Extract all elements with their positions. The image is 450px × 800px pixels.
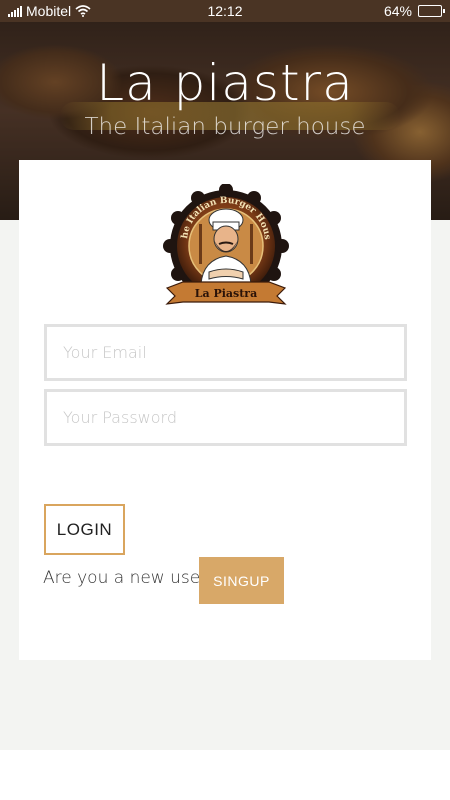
login-button[interactable]: LOGIN bbox=[44, 504, 125, 555]
status-left: Mobitel bbox=[8, 3, 158, 19]
new-user-prompt: Are you a new user? bbox=[43, 568, 217, 588]
status-time: 12:12 bbox=[207, 3, 243, 19]
hero-title: La piastra bbox=[96, 54, 354, 112]
carrier-name: Mobitel bbox=[26, 3, 72, 19]
status-bar: Mobitel 12:12 64% bbox=[0, 0, 450, 22]
wifi-icon bbox=[75, 5, 91, 17]
restaurant-logo: The Italian Burger House La Piastra bbox=[160, 177, 289, 314]
hero-subtitle: The Italian burger house bbox=[84, 114, 366, 140]
status-right: 64% bbox=[292, 3, 445, 19]
login-card: The Italian Burger House La Piastra LOGI… bbox=[19, 160, 431, 660]
signal-icon bbox=[8, 5, 22, 17]
signup-button[interactable]: SINGUP bbox=[199, 557, 284, 604]
battery-percent: 64% bbox=[383, 3, 412, 19]
email-field[interactable] bbox=[44, 324, 407, 381]
battery-icon bbox=[418, 5, 445, 17]
password-field[interactable] bbox=[44, 389, 407, 446]
chef-logo-icon: The Italian Burger House La Piastra bbox=[160, 177, 289, 305]
svg-text:La Piastra: La Piastra bbox=[195, 287, 257, 300]
